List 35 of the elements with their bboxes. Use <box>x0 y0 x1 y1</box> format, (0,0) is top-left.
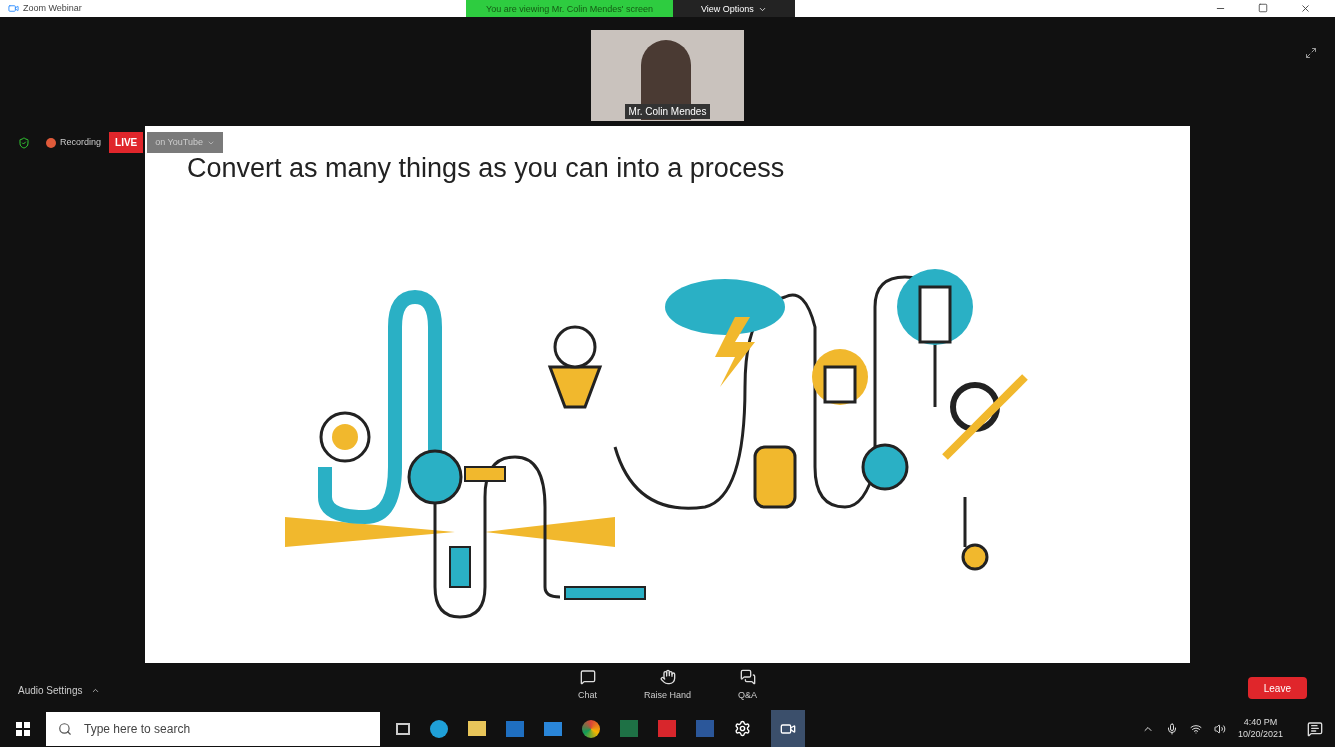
leave-button[interactable]: Leave <box>1247 677 1307 699</box>
window-title: Zoom Webinar <box>23 1 82 15</box>
hand-icon <box>659 669 676 685</box>
caret-icon <box>757 5 767 14</box>
clock-date[interactable]: 10/20/2021 <box>1237 728 1283 740</box>
participant-name: Mr. Colin Mendes <box>624 104 711 119</box>
search-field[interactable]: Type here to search <box>46 711 380 746</box>
qa-icon <box>739 669 756 685</box>
clock-time[interactable]: 4:40 PM <box>1243 717 1278 729</box>
slide-title: Convert as many things as you can into a process <box>187 152 786 185</box>
settings-icon[interactable] <box>734 720 751 737</box>
network-icon[interactable] <box>1189 722 1202 735</box>
notifications-icon[interactable] <box>1307 720 1323 737</box>
app-logo-icon <box>8 3 19 14</box>
toolbar-button[interactable]: Raise Hand <box>639 669 696 703</box>
audio-settings-button[interactable]: Audio Settings <box>18 683 100 698</box>
fullscreen-icon[interactable] <box>1305 47 1317 59</box>
viewing-banner: You are viewing Mr. Colin Mendes' screen <box>466 0 673 19</box>
chrome-icon[interactable] <box>582 719 600 738</box>
restore-icon[interactable] <box>1258 3 1268 13</box>
task-view-icon[interactable] <box>396 722 410 735</box>
volume-icon[interactable] <box>1213 722 1226 735</box>
close-icon[interactable] <box>1300 3 1311 14</box>
chat-icon <box>579 669 596 685</box>
live-badge: LIVE <box>109 132 144 153</box>
shield-icon <box>18 136 30 149</box>
toolbar-button[interactable]: Chat <box>559 669 616 703</box>
caret-icon <box>90 686 100 695</box>
toolbar-button[interactable]: Q&A <box>719 669 776 703</box>
recording-label: Recording <box>60 135 102 149</box>
windows-start-icon[interactable] <box>16 721 30 736</box>
search-icon <box>58 721 72 736</box>
browser-icon[interactable] <box>430 719 448 738</box>
video-app-icon[interactable] <box>771 710 805 747</box>
microphone-icon[interactable] <box>1165 722 1178 735</box>
